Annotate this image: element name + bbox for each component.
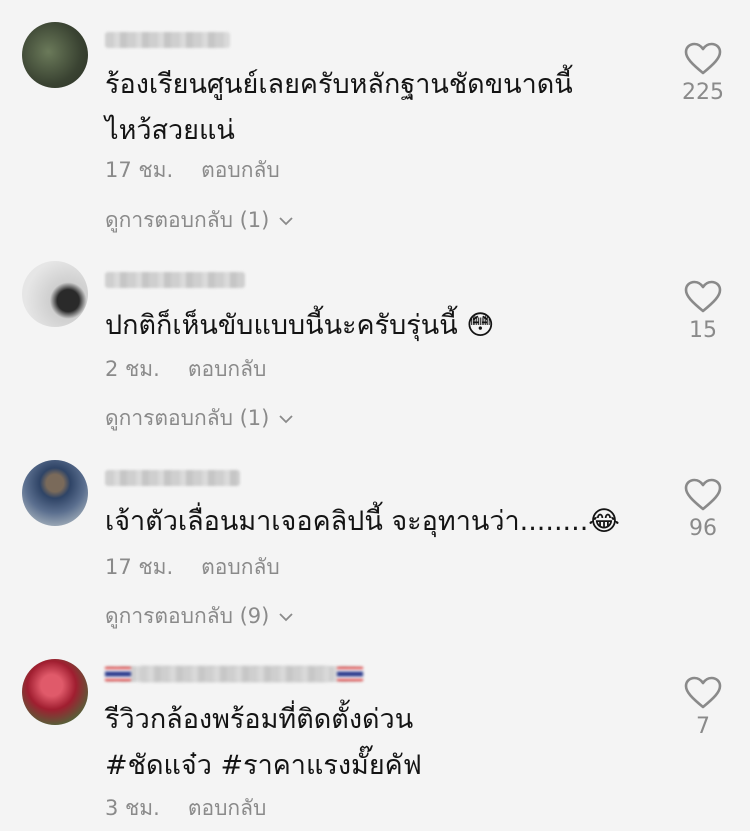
heart-outline-icon xyxy=(684,280,722,313)
like-button[interactable]: 7 xyxy=(672,676,734,739)
heart-outline-icon xyxy=(684,478,722,511)
heart-outline-icon xyxy=(684,676,722,709)
comment-text: รีวิวกล้องพร้อมที่ติดตั้งด่วน #ชัดแจ๋ว #… xyxy=(105,704,422,781)
comment-meta: 17 ชม. ตอบกลับ xyxy=(105,551,280,584)
like-count: 7 xyxy=(696,714,710,739)
comment-text: เจ้าตัวเลื่อนมาเจอคลิปนี้ จะอุทานว่า....… xyxy=(105,506,620,537)
like-button[interactable]: 96 xyxy=(672,478,734,541)
comment-time: 17 ชม. xyxy=(105,555,174,579)
like-count: 225 xyxy=(682,80,724,105)
username-row[interactable] xyxy=(105,666,363,682)
chevron-down-icon xyxy=(279,216,293,225)
username-blurred[interactable] xyxy=(105,32,230,48)
username-blurred[interactable] xyxy=(105,470,240,486)
reply-button[interactable]: ตอบกลับ xyxy=(201,158,280,182)
like-count: 15 xyxy=(689,318,717,343)
comment-time: 17 ชม. xyxy=(105,158,174,182)
username-blurred xyxy=(139,666,329,682)
thai-flag-icon xyxy=(105,667,131,681)
comment-time: 2 ชม. xyxy=(105,357,160,381)
view-replies-label: ดูการตอบกลับ (1) xyxy=(105,406,270,430)
reply-button[interactable]: ตอบกลับ xyxy=(188,796,267,820)
comment-time: 3 ชม. xyxy=(105,796,160,820)
like-button[interactable]: 15 xyxy=(672,280,734,343)
username-blurred[interactable] xyxy=(105,272,245,288)
comment-text: ปกติก็เห็นขับแบบนี้นะครับรุ่นนี้ 😳 xyxy=(105,310,495,341)
view-replies-button[interactable]: ดูการตอบกลับ (9) xyxy=(105,600,293,633)
avatar[interactable] xyxy=(22,460,88,526)
thai-flag-icon xyxy=(337,667,363,681)
comment-meta: 3 ชม. ตอบกลับ xyxy=(105,792,266,825)
view-replies-label: ดูการตอบกลับ (1) xyxy=(105,208,270,232)
comment-text: ร้องเรียนศูนย์เลยครับหลักฐานชัดขนาดนี้ ไ… xyxy=(105,69,573,146)
reply-button[interactable]: ตอบกลับ xyxy=(188,357,267,381)
avatar[interactable] xyxy=(22,22,88,88)
heart-outline-icon xyxy=(684,42,722,75)
chevron-down-icon xyxy=(279,414,293,423)
reply-button[interactable]: ตอบกลับ xyxy=(201,555,280,579)
like-button[interactable]: 225 xyxy=(672,42,734,105)
like-count: 96 xyxy=(689,516,717,541)
avatar[interactable] xyxy=(22,261,88,327)
chevron-down-icon xyxy=(279,612,293,621)
view-replies-button[interactable]: ดูการตอบกลับ (1) xyxy=(105,402,293,435)
view-replies-button[interactable]: ดูการตอบกลับ (1) xyxy=(105,204,293,237)
comment-meta: 17 ชม. ตอบกลับ xyxy=(105,154,280,187)
avatar[interactable] xyxy=(22,659,88,725)
comment-meta: 2 ชม. ตอบกลับ xyxy=(105,353,266,386)
view-replies-label: ดูการตอบกลับ (9) xyxy=(105,604,270,628)
